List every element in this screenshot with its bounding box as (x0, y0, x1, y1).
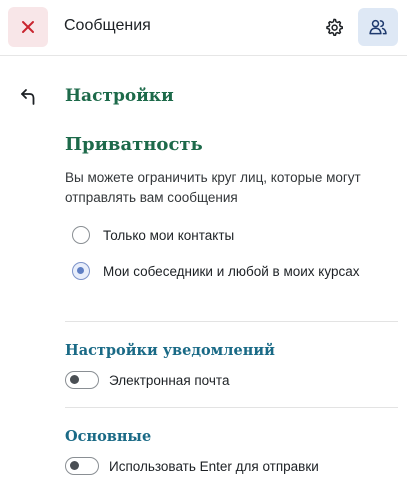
notifications-title: Настройки уведомлений (65, 342, 275, 359)
radio-option-contacts-only[interactable]: Только мои контакты (72, 226, 373, 246)
settings-title: Настройки (65, 86, 174, 106)
back-button[interactable] (16, 84, 42, 110)
contacts-icon (369, 19, 387, 35)
enter-to-send-toggle[interactable] (65, 457, 99, 475)
radio-label: Только мои контакты (103, 228, 235, 243)
header-title: Сообщения (64, 17, 151, 34)
close-icon (22, 21, 34, 33)
radio-option-courses[interactable]: Мои собеседники и любой в моих курсах (72, 262, 373, 282)
radio-button[interactable] (72, 262, 90, 280)
contacts-button[interactable] (358, 8, 398, 46)
divider (65, 407, 398, 408)
divider (65, 321, 398, 322)
radio-label: Мои собеседники и любой в моих курсах (103, 264, 360, 279)
enter-toggle-label: Использовать Enter для отправки (109, 458, 319, 474)
email-toggle[interactable] (65, 371, 99, 389)
privacy-title: Приватность (65, 134, 203, 155)
gear-icon (326, 18, 343, 36)
privacy-description: Вы можете ограничить круг лиц, которые м… (65, 170, 361, 205)
close-button[interactable] (8, 7, 48, 47)
back-arrow-icon (21, 89, 35, 105)
email-toggle-row[interactable]: Электронная почта (65, 371, 229, 389)
general-title: Основные (65, 428, 152, 445)
enter-toggle-row[interactable]: Использовать Enter для отправки (65, 457, 319, 475)
settings-button[interactable] (316, 8, 352, 46)
radio-button[interactable] (72, 226, 90, 244)
drawer-header: Сообщения (0, 0, 407, 56)
email-toggle-label: Электронная почта (109, 372, 230, 388)
